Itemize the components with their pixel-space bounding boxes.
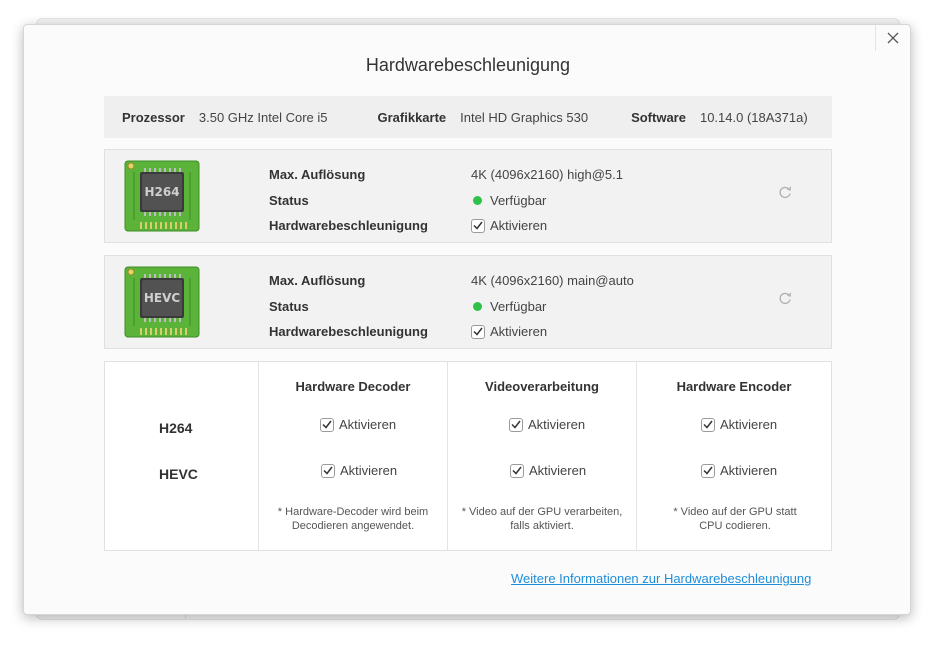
refresh-icon[interactable] <box>777 184 793 200</box>
checkbox-label: Aktivieren <box>528 417 586 432</box>
resolution-label: Max. Auflösung <box>269 167 366 183</box>
row-label-hevc: HEVC <box>159 466 198 482</box>
checkbox-checked-icon[interactable] <box>701 417 715 432</box>
status-dot-icon <box>473 195 482 205</box>
chip-label: HEVC <box>144 291 181 305</box>
checkbox-label: Aktivieren <box>720 417 778 432</box>
close-button[interactable] <box>882 27 904 49</box>
hardware-acceleration-dialog: Hardwarebeschleunigung Prozessor 3.50 GH… <box>23 24 911 615</box>
hevc-decoder-checkbox[interactable]: Aktivieren <box>321 463 397 478</box>
status-label: Status <box>269 298 309 314</box>
checkbox-label: Aktivieren <box>340 463 398 478</box>
acceleration-label: Hardwarebeschleunigung <box>269 324 428 340</box>
chip-label: H264 <box>144 185 179 199</box>
column-header-hardware-encoder: Hardware Encoder <box>676 379 792 394</box>
acceleration-checkbox[interactable]: Aktivieren <box>471 319 634 345</box>
chip-icon: HEVC <box>124 266 200 338</box>
status-value: Verfügbar <box>490 192 547 208</box>
status-value: Verfügbar <box>490 298 547 314</box>
checkbox-checked-icon[interactable] <box>509 417 523 432</box>
column-header-video-processing: Videoverarbeitung <box>485 379 599 394</box>
checkbox-label: Aktivieren <box>720 463 778 478</box>
h264-processing-checkbox[interactable]: Aktivieren <box>509 417 585 432</box>
resolution-label: Max. Auflösung <box>269 273 366 289</box>
graphics-label: Grafikkarte <box>377 109 447 125</box>
acceleration-label: Hardwarebeschleunigung <box>269 218 428 234</box>
processor-label: Prozessor <box>122 109 185 125</box>
checkbox-checked-icon[interactable] <box>320 417 334 432</box>
chip-icon: H264 <box>124 160 200 232</box>
acceleration-checkbox[interactable]: Aktivieren <box>471 213 623 239</box>
close-icon <box>887 32 899 44</box>
refresh-icon[interactable] <box>777 290 793 306</box>
checkbox-label: Aktivieren <box>339 417 397 432</box>
system-info-bar: Prozessor 3.50 GHz Intel Core i5 Grafikk… <box>104 96 832 138</box>
status-dot-icon <box>473 301 482 311</box>
checkbox-label: Aktivieren <box>529 463 587 478</box>
acceleration-checkbox-label: Aktivieren <box>490 324 548 340</box>
row-label-h264: H264 <box>159 420 193 436</box>
resolution-value: 4K (4096x2160) main@auto <box>471 273 634 289</box>
dialog-title: Hardwarebeschleunigung <box>365 55 571 75</box>
codec-card-hevc: HEVC Max. Auflösung Status Hardwarebesch… <box>104 255 832 349</box>
hevc-processing-checkbox[interactable]: Aktivieren <box>510 463 586 478</box>
graphics-value: Intel HD Graphics 530 <box>460 109 589 125</box>
close-separator <box>875 25 876 51</box>
checkbox-checked-icon[interactable] <box>471 324 485 339</box>
resolution-value: 4K (4096x2160) high@5.1 <box>471 167 623 183</box>
checkbox-checked-icon[interactable] <box>701 463 715 478</box>
checkbox-checked-icon[interactable] <box>510 463 524 478</box>
acceleration-checkbox-label: Aktivieren <box>490 218 548 234</box>
processor-value: 3.50 GHz Intel Core i5 <box>198 109 328 125</box>
codec-card-h264: H264 Max. Auflösung Status Hardwarebesch… <box>104 149 832 243</box>
hevc-encoder-checkbox[interactable]: Aktivieren <box>701 463 777 478</box>
status-label: Status <box>269 192 309 208</box>
encoder-note: * Video auf der GPU statt CPU codieren. <box>673 506 797 532</box>
codec-settings-matrix: Hardware Decoder Videoverarbeitung Hardw… <box>104 361 832 551</box>
software-label: Software <box>631 109 686 125</box>
checkbox-checked-icon[interactable] <box>321 463 335 478</box>
h264-encoder-checkbox[interactable]: Aktivieren <box>701 417 777 432</box>
h264-decoder-checkbox[interactable]: Aktivieren <box>320 417 396 432</box>
processing-note: * Video auf der GPU verarbeiten, falls a… <box>461 506 623 532</box>
decoder-note: * Hardware-Decoder wird beim Decodieren … <box>277 506 429 532</box>
checkbox-checked-icon[interactable] <box>471 218 485 233</box>
more-info-link[interactable]: Weitere Informationen zur Hardwarebeschl… <box>511 571 811 586</box>
software-value: 10.14.0 (18A371a) <box>699 109 808 125</box>
column-header-hardware-decoder: Hardware Decoder <box>295 379 411 394</box>
